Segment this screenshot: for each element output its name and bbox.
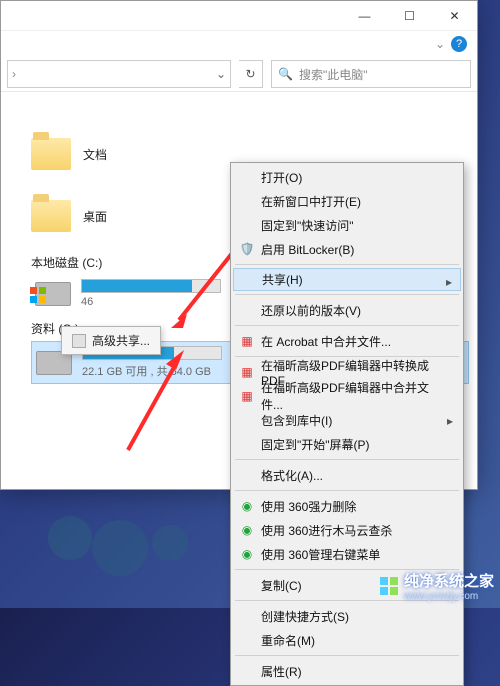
- chevron-right-icon: ▸: [446, 275, 452, 289]
- ctx-share[interactable]: 共享(H)▸: [233, 268, 461, 291]
- share-icon: [72, 334, 86, 348]
- ctx-foxit-merge[interactable]: ▦在福昕高级PDF编辑器中合并文件...: [233, 384, 461, 408]
- search-input[interactable]: 🔍 搜索"此电脑": [271, 60, 471, 88]
- ctx-include-library[interactable]: 包含到库中(I)▸: [233, 408, 461, 432]
- ctx-format[interactable]: 格式化(A)...: [233, 463, 461, 487]
- share-advanced-label: 高级共享...: [92, 332, 150, 349]
- ctx-open-new-window[interactable]: 在新窗口中打开(E): [233, 189, 461, 213]
- chevron-down-icon[interactable]: ⌄: [435, 37, 445, 51]
- watermark-url: www.ycwzjy.com: [404, 591, 494, 602]
- folder-label: 文档: [83, 146, 107, 163]
- address-dropdown-icon[interactable]: ⌄: [216, 67, 226, 81]
- ctx-open[interactable]: 打开(O): [233, 165, 461, 189]
- separator: [235, 294, 459, 295]
- ctx-pin-start[interactable]: 固定到"开始"屏幕(P): [233, 432, 461, 456]
- ctx-properties[interactable]: 属性(R): [233, 659, 461, 683]
- pdf-icon: ▦: [239, 364, 255, 380]
- 360-icon: ◉: [239, 546, 255, 562]
- search-icon: 🔍: [278, 67, 293, 81]
- folder-icon: [31, 138, 71, 170]
- folder-icon: [31, 200, 71, 232]
- address-row: › ⌄ ↻ 🔍 搜索"此电脑": [1, 57, 477, 91]
- 360-icon: ◉: [239, 522, 255, 538]
- 360-icon: ◉: [239, 498, 255, 514]
- ribbon-collapse-row: ⌄ ?: [1, 31, 477, 57]
- help-icon[interactable]: ?: [451, 36, 467, 52]
- maximize-button[interactable]: ☐: [387, 1, 432, 30]
- separator: [235, 490, 459, 491]
- breadcrumb-chevron: ›: [12, 67, 16, 81]
- ctx-360-delete[interactable]: ◉使用 360强力删除: [233, 494, 461, 518]
- watermark: 纯净系统之家 www.ycwzjy.com: [380, 570, 494, 602]
- ctx-360-manage[interactable]: ◉使用 360管理右键菜单: [233, 542, 461, 566]
- address-bar[interactable]: › ⌄: [7, 60, 231, 88]
- separator: [235, 655, 459, 656]
- ctx-restore-versions[interactable]: 还原以前的版本(V): [233, 298, 461, 322]
- refresh-button[interactable]: ↻: [239, 60, 263, 88]
- ctx-360-scan[interactable]: ◉使用 360进行木马云查杀: [233, 518, 461, 542]
- titlebar: — ☐ ✕: [1, 1, 477, 31]
- folder-label: 桌面: [83, 208, 107, 225]
- close-button[interactable]: ✕: [432, 1, 477, 30]
- watermark-logo-icon: [380, 577, 398, 595]
- search-placeholder: 搜索"此电脑": [299, 66, 368, 83]
- separator: [235, 264, 459, 265]
- ctx-rename[interactable]: 重命名(M): [233, 628, 461, 652]
- ctx-acrobat-merge[interactable]: ▦在 Acrobat 中合并文件...: [233, 329, 461, 353]
- ctx-bitlocker[interactable]: 🛡️启用 BitLocker(B): [233, 237, 461, 261]
- drive-c-bar: [81, 279, 221, 293]
- context-menu: 打开(O) 在新窗口中打开(E) 固定到"快速访问" 🛡️启用 BitLocke…: [230, 162, 464, 686]
- pdf-icon: ▦: [239, 333, 255, 349]
- separator: [235, 459, 459, 460]
- pdf-icon: ▦: [239, 388, 255, 404]
- chevron-right-icon: ▸: [447, 414, 453, 428]
- minimize-button[interactable]: —: [342, 1, 387, 30]
- ctx-pin-quick-access[interactable]: 固定到"快速访问": [233, 213, 461, 237]
- watermark-name: 纯净系统之家: [404, 573, 494, 590]
- separator: [235, 325, 459, 326]
- share-submenu[interactable]: 高级共享...: [61, 326, 161, 355]
- drive-icon: [35, 282, 71, 306]
- shield-icon: 🛡️: [239, 241, 255, 257]
